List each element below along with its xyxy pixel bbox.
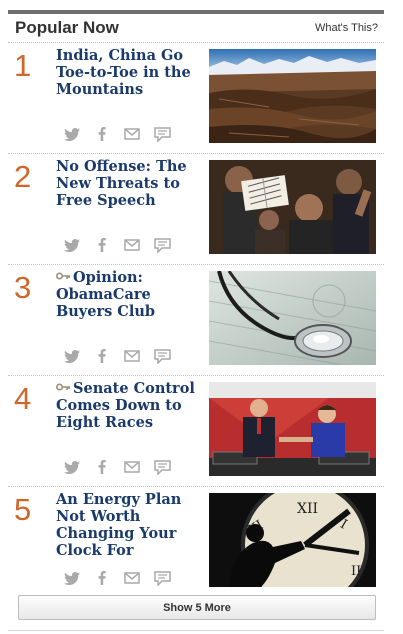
facebook-icon[interactable] [87,459,117,475]
share-bar [57,126,177,142]
email-icon[interactable] [117,348,147,364]
key-icon [56,383,70,391]
list-item: 1 India, China Go Toe-to-Toe in the Moun… [8,43,384,154]
svg-text:XII: XII [297,501,318,517]
twitter-icon[interactable] [57,237,87,253]
headline-link[interactable]: An Energy Plan Not Worth Changing Your C… [56,491,201,559]
twitter-icon[interactable] [57,459,87,475]
svg-text:II: II [351,564,361,579]
headline-link[interactable]: India, China Go Toe-to-Toe in the Mounta… [56,47,201,98]
headline-text: Opinion: ObamaCare Buyers Club [56,269,156,320]
list-item: 2 No Offense: The New Threats to Free Sp… [8,154,384,265]
headline-link[interactable]: Opinion: ObamaCare Buyers Club [56,269,201,320]
list-item: 3 Opinion: ObamaCare Buyers Club [8,265,384,376]
rank-number: 2 [14,159,32,194]
comment-icon[interactable] [147,126,177,142]
share-bar [57,459,177,475]
headline-text: An Energy Plan Not Worth Changing Your C… [56,491,182,559]
show-more-button[interactable]: Show 5 More [18,595,376,620]
comment-icon[interactable] [147,348,177,364]
comment-icon[interactable] [147,570,177,586]
article-thumbnail[interactable] [209,271,376,365]
widget-title: Popular Now [15,18,119,37]
article-thumbnail[interactable]: XII XI I II [209,493,376,587]
email-icon[interactable] [117,459,147,475]
comment-icon[interactable] [147,459,177,475]
facebook-icon[interactable] [87,348,117,364]
list-item: 4 Senate Control Comes Down to Eight Rac… [8,376,384,487]
bottom-divider [8,630,384,631]
email-icon[interactable] [117,570,147,586]
widget-header: Popular Now What's This? [8,14,384,43]
share-bar [57,570,177,586]
list-item: 5 An Energy Plan Not Worth Changing Your… [8,487,384,595]
rank-number: 4 [14,381,32,416]
article-thumbnail[interactable] [209,160,376,254]
twitter-icon[interactable] [57,348,87,364]
twitter-icon[interactable] [57,570,87,586]
rank-number: 1 [14,48,32,83]
headline-link[interactable]: Senate Control Comes Down to Eight Races [56,380,201,431]
facebook-icon[interactable] [87,237,117,253]
email-icon[interactable] [117,126,147,142]
rank-number: 5 [14,492,32,527]
share-bar [57,237,177,253]
headline-link[interactable]: No Offense: The New Threats to Free Spee… [56,158,201,209]
email-icon[interactable] [117,237,147,253]
comment-icon[interactable] [147,237,177,253]
facebook-icon[interactable] [87,570,117,586]
article-thumbnail[interactable] [209,49,376,143]
popular-now-widget: Popular Now What's This? 1 India, China … [8,10,384,631]
facebook-icon[interactable] [87,126,117,142]
rank-number: 3 [14,270,32,305]
key-icon [56,272,70,280]
article-thumbnail[interactable] [209,382,376,476]
twitter-icon[interactable] [57,126,87,142]
headline-text: Senate Control Comes Down to Eight Races [56,380,195,431]
headline-text: No Offense: The New Threats to Free Spee… [56,158,187,209]
whats-this-link[interactable]: What's This? [315,22,378,34]
headline-text: India, China Go Toe-to-Toe in the Mounta… [56,47,191,98]
share-bar [57,348,177,364]
